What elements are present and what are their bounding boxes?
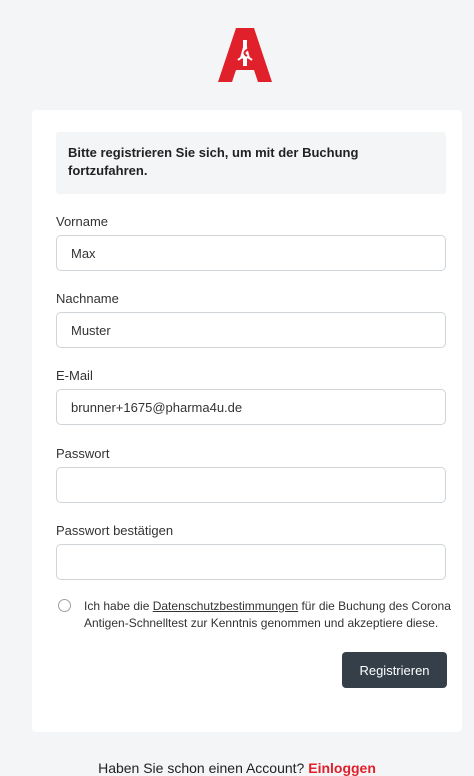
- lastname-input[interactable]: [56, 312, 446, 348]
- registration-notice: Bitte registrieren Sie sich, um mit der …: [56, 132, 446, 194]
- privacy-policy-link[interactable]: Datenschutzbestimmungen: [153, 599, 298, 613]
- firstname-input[interactable]: [56, 235, 446, 271]
- password-input[interactable]: [56, 467, 446, 503]
- firstname-label: Vorname: [56, 214, 109, 229]
- register-button[interactable]: Registrieren: [342, 652, 447, 688]
- consent-text: Ich habe die Datenschutzbestimmungen für…: [84, 598, 454, 632]
- apotheke-a-logo-icon: [216, 26, 274, 84]
- email-label: E-Mail: [56, 368, 93, 383]
- password-label: Passwort: [56, 446, 110, 461]
- password-confirm-label: Passwort bestätigen: [56, 523, 174, 538]
- lastname-label: Nachname: [56, 291, 119, 306]
- registration-card: Bitte registrieren Sie sich, um mit der …: [32, 110, 462, 732]
- password-confirm-input[interactable]: [56, 544, 446, 580]
- email-input[interactable]: [56, 389, 446, 425]
- consent-text-before: Ich habe die: [84, 599, 153, 613]
- consent-checkbox[interactable]: [58, 599, 71, 612]
